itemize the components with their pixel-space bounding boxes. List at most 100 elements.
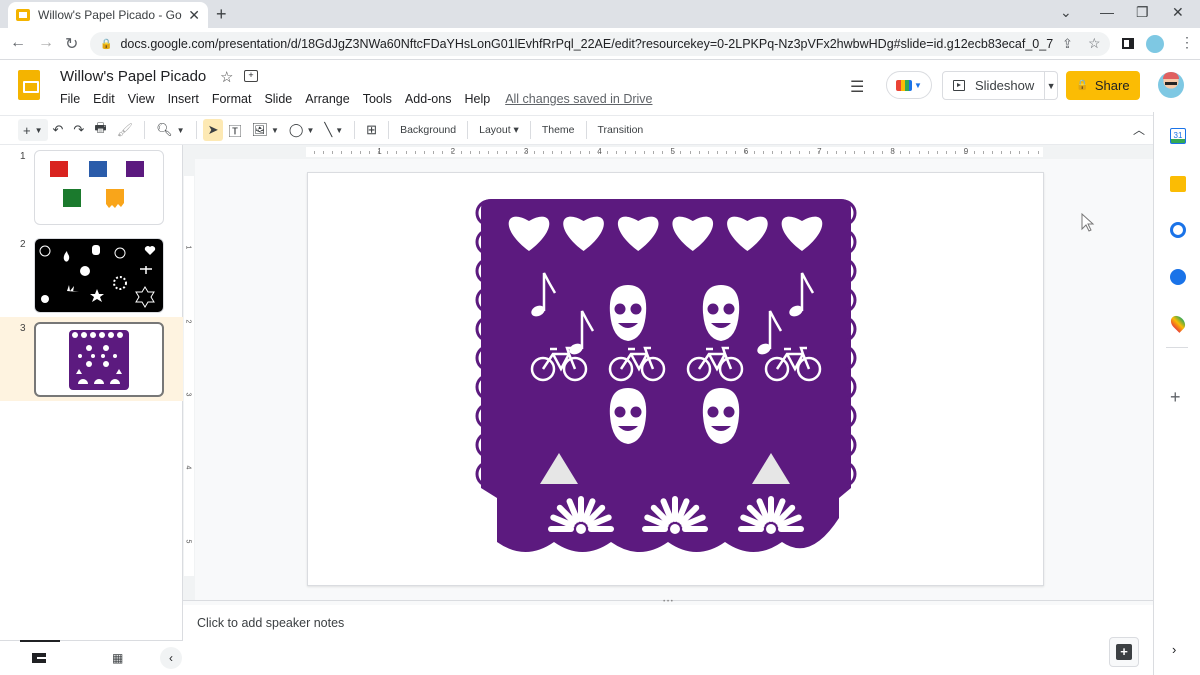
paint-format-icon[interactable]: 🖌 bbox=[112, 122, 139, 138]
menu-tools[interactable]: Tools bbox=[363, 92, 392, 106]
ruler-tick bbox=[973, 151, 975, 154]
menu-insert[interactable]: Insert bbox=[168, 92, 199, 106]
slide-thumbnail-row[interactable]: 2 bbox=[0, 233, 183, 313]
slide-thumbnail-2[interactable] bbox=[34, 238, 164, 313]
ruler-tick bbox=[836, 151, 838, 154]
background-button[interactable]: Background bbox=[395, 124, 461, 136]
menu-bar: File Edit View Insert Format Slide Arran… bbox=[60, 92, 665, 106]
layout-button[interactable]: Layout ▾ bbox=[474, 124, 524, 136]
ruler-tick bbox=[936, 151, 938, 154]
side-panel-icon[interactable] bbox=[1122, 38, 1134, 49]
forward-button[interactable]: → bbox=[38, 34, 54, 52]
ruler-tick bbox=[652, 151, 654, 154]
theme-button[interactable]: Theme bbox=[537, 124, 580, 136]
ruler-tick bbox=[497, 151, 499, 154]
calendar-icon[interactable]: 31 bbox=[1170, 128, 1186, 144]
close-window-button[interactable]: ✕ bbox=[1172, 4, 1184, 21]
divider bbox=[354, 121, 356, 139]
minimize-button[interactable]: — bbox=[1100, 4, 1114, 20]
zoom-icon[interactable]: 🔍︎ ▼ bbox=[151, 122, 189, 138]
print-icon[interactable]: 🖶 bbox=[89, 119, 111, 141]
thumbnail-graphic bbox=[50, 161, 144, 208]
redo-icon[interactable]: ↷ bbox=[68, 122, 89, 138]
ruler-tick bbox=[607, 151, 609, 154]
ruler-tick bbox=[881, 151, 883, 154]
hide-filmstrip-button[interactable]: ‹ bbox=[160, 647, 182, 669]
comment-history-icon[interactable]: ☰ bbox=[850, 77, 864, 97]
image-icon[interactable]: 🖼 ▼ bbox=[246, 122, 283, 138]
tab-search-icon[interactable]: ⌄ bbox=[1060, 4, 1072, 21]
menu-format[interactable]: Format bbox=[212, 92, 252, 106]
back-button[interactable]: ← bbox=[10, 34, 26, 52]
ruler-tick bbox=[772, 151, 773, 154]
speaker-notes[interactable]: Click to add speaker notes bbox=[183, 605, 1153, 675]
collapse-toolbar-icon[interactable]: ︿ bbox=[1133, 121, 1145, 138]
slide-thumbnail-3[interactable] bbox=[34, 322, 164, 397]
horizontal-ruler[interactable]: 123456789 bbox=[183, 145, 1153, 159]
add-comment-icon[interactable]: ⊞ bbox=[361, 122, 382, 138]
menu-file[interactable]: File bbox=[60, 92, 80, 106]
browser-tab[interactable]: Willow's Papel Picado - Google S ✕ bbox=[8, 2, 208, 28]
transition-button[interactable]: Transition bbox=[593, 124, 649, 136]
ruler-tick bbox=[515, 151, 517, 154]
menu-help[interactable]: Help bbox=[464, 92, 490, 106]
text-box-icon[interactable]: 🅃 bbox=[223, 121, 246, 140]
shape-icon[interactable]: ◯ ▼ bbox=[284, 122, 319, 138]
select-tool-icon[interactable]: ➤ bbox=[202, 119, 224, 141]
menu-slide[interactable]: Slide bbox=[264, 92, 292, 106]
document-title[interactable]: Willow's Papel Picado bbox=[60, 68, 206, 85]
explore-button[interactable]: + bbox=[1109, 637, 1139, 667]
tasks-icon[interactable] bbox=[1170, 222, 1186, 238]
save-status-link[interactable]: All changes saved in Drive bbox=[505, 92, 652, 106]
user-avatar[interactable] bbox=[1158, 72, 1184, 98]
reload-button[interactable]: ↻ bbox=[65, 34, 78, 54]
skull-icon bbox=[702, 285, 740, 341]
meet-icon bbox=[896, 79, 913, 91]
current-slide[interactable] bbox=[307, 172, 1044, 586]
slideshow-button[interactable]: Slideshow bbox=[943, 72, 1046, 99]
ruler-tick bbox=[488, 151, 490, 154]
menu-view[interactable]: View bbox=[128, 92, 155, 106]
ruler-tick bbox=[735, 151, 737, 154]
vertical-ruler[interactable]: 1 2 3 4 5 bbox=[183, 159, 195, 600]
close-tab-icon[interactable]: ✕ bbox=[188, 7, 200, 24]
star-icon[interactable]: ☆ bbox=[220, 68, 233, 86]
ruler-tick bbox=[698, 151, 700, 154]
contacts-icon[interactable] bbox=[1170, 269, 1186, 285]
maps-icon[interactable] bbox=[1168, 313, 1188, 333]
papel-picado-banner[interactable] bbox=[308, 173, 1045, 587]
menu-addons[interactable]: Add-ons bbox=[405, 92, 452, 106]
share-page-icon[interactable]: ⇪ bbox=[1062, 36, 1073, 52]
line-icon[interactable]: ╲ ▼ bbox=[319, 122, 348, 138]
menu-arrange[interactable]: Arrange bbox=[305, 92, 349, 106]
undo-icon[interactable]: ↶ bbox=[48, 122, 69, 138]
get-addons-icon[interactable]: + bbox=[1170, 387, 1181, 408]
slide-thumbnail-1[interactable] bbox=[34, 150, 164, 225]
restore-button[interactable]: ❐ bbox=[1136, 4, 1149, 21]
keep-icon[interactable] bbox=[1170, 176, 1186, 192]
ruler-tick bbox=[506, 151, 508, 154]
new-slide-button[interactable]: + ▼ bbox=[18, 119, 48, 141]
meet-button[interactable]: ▼ bbox=[886, 71, 932, 99]
skull-eye bbox=[614, 406, 626, 418]
ruler-tick bbox=[625, 151, 627, 154]
browser-menu-icon[interactable]: ⋮ bbox=[1180, 34, 1194, 51]
slides-logo-icon[interactable] bbox=[18, 70, 40, 100]
slideshow-options-dropdown[interactable]: ▼ bbox=[1045, 81, 1057, 91]
move-to-folder-icon[interactable]: + bbox=[244, 70, 258, 82]
slide-thumbnail-row[interactable]: 1 bbox=[0, 145, 183, 225]
share-button[interactable]: 🔒 Share bbox=[1066, 71, 1140, 100]
grid-view-icon[interactable]: ▦ bbox=[112, 651, 123, 665]
bookmark-star-icon[interactable]: ☆ bbox=[1088, 35, 1101, 52]
profile-avatar[interactable] bbox=[1146, 35, 1164, 53]
ruler-tick bbox=[341, 151, 343, 154]
menu-edit[interactable]: Edit bbox=[93, 92, 115, 106]
new-tab-button[interactable]: + bbox=[216, 4, 227, 25]
ruler-tick bbox=[423, 151, 425, 154]
ruler-tick bbox=[1019, 151, 1021, 154]
slide-thumbnail-row[interactable]: 3 bbox=[0, 317, 183, 401]
show-side-panel-icon[interactable]: › bbox=[1172, 642, 1176, 657]
ruler-tick bbox=[707, 151, 709, 154]
filmstrip-view-icon[interactable] bbox=[32, 653, 46, 663]
url-bar[interactable]: 🔒 docs.google.com/presentation/d/18GdJgZ… bbox=[90, 32, 1110, 56]
